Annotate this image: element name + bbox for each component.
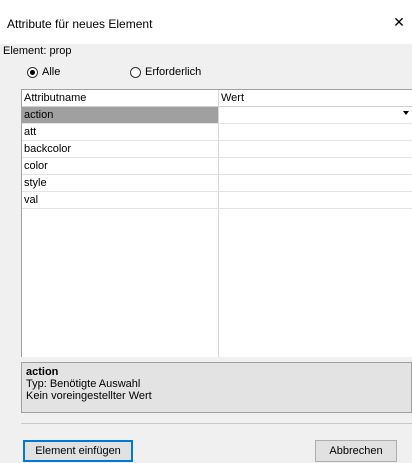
- attribute-name-cell[interactable]: action: [22, 107, 218, 123]
- close-icon: ✕: [393, 13, 405, 30]
- cancel-button[interactable]: Abbrechen: [315, 440, 397, 462]
- info-default: Kein voreingestellter Wert: [26, 390, 152, 402]
- attribute-grid: Attributname Wert action att backcolor c…: [21, 89, 412, 357]
- table-row[interactable]: action: [22, 107, 412, 124]
- close-button[interactable]: ✕: [386, 11, 412, 33]
- table-row[interactable]: color: [22, 158, 412, 175]
- attribute-value-dropdown[interactable]: [219, 107, 412, 123]
- radio-erforderlich-label: Erforderlich: [145, 66, 202, 78]
- attribute-name-cell[interactable]: style: [22, 175, 218, 191]
- attribute-value-cell[interactable]: [219, 192, 412, 208]
- table-row[interactable]: att: [22, 124, 412, 141]
- attribute-name-cell[interactable]: val: [22, 192, 218, 208]
- element-label: Element: prop: [3, 45, 72, 57]
- table-row[interactable]: style: [22, 175, 412, 192]
- divider: [21, 423, 412, 424]
- radio-alle-label: Alle: [42, 66, 61, 78]
- insert-element-button[interactable]: Element einfügen: [23, 440, 133, 462]
- info-type: Typ: Benötigte Auswahl: [26, 378, 141, 390]
- column-header-attributname[interactable]: Attributname: [22, 90, 86, 106]
- info-title: action: [26, 366, 59, 378]
- radio-unchecked-icon: [130, 66, 141, 78]
- radio-alle[interactable]: Alle: [27, 66, 60, 78]
- chevron-down-icon[interactable]: [403, 111, 409, 115]
- table-row[interactable]: val: [22, 192, 412, 209]
- attribute-name-cell[interactable]: att: [22, 124, 218, 140]
- attribute-value-cell[interactable]: [219, 175, 412, 191]
- window-title: Attribute für neues Element: [7, 17, 153, 31]
- radio-erforderlich[interactable]: Erforderlich: [130, 66, 201, 78]
- attribute-info-panel: action Typ: Benötigte Auswahl Kein vorei…: [21, 362, 412, 413]
- grid-header: Attributname Wert: [22, 90, 412, 107]
- attribute-name-cell[interactable]: backcolor: [22, 141, 218, 157]
- table-row[interactable]: backcolor: [22, 141, 412, 158]
- attribute-value-cell[interactable]: [219, 124, 412, 140]
- column-header-wert[interactable]: Wert: [219, 90, 244, 106]
- attribute-value-cell[interactable]: [219, 158, 412, 174]
- title-bar: Attribute für neues Element ✕: [0, 0, 412, 44]
- attribute-name-cell[interactable]: color: [22, 158, 218, 174]
- attribute-value-cell[interactable]: [219, 141, 412, 157]
- radio-checked-icon: [27, 66, 38, 78]
